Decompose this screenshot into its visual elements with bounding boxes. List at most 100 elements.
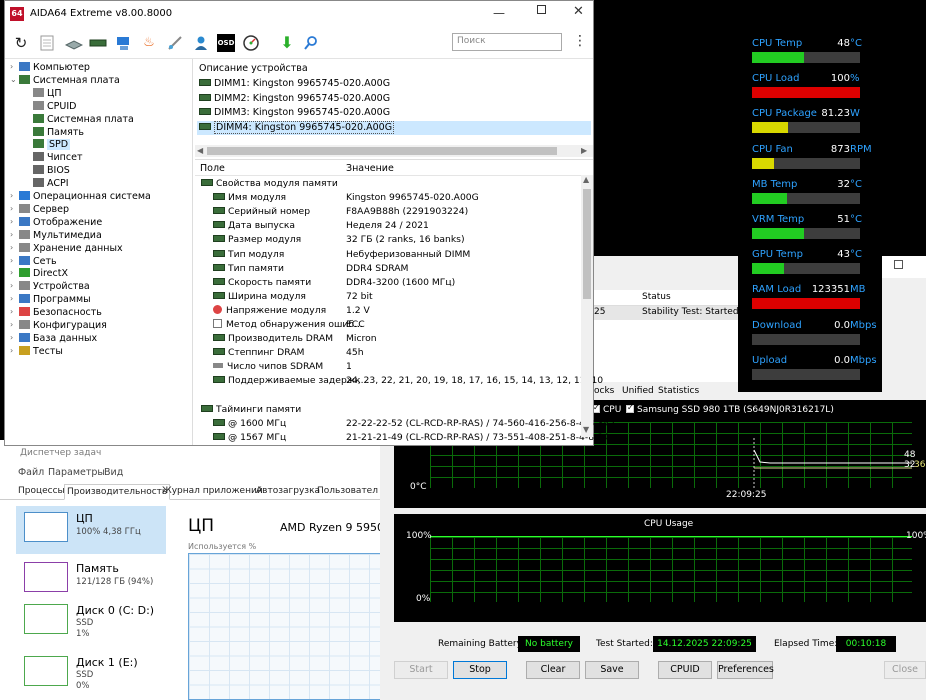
tree-item[interactable]: Хранение данных <box>19 242 123 255</box>
property-row[interactable]: Дата выпуска Неделя 24 / 2021 <box>195 219 581 233</box>
tab-processes[interactable]: Процессы <box>18 484 65 500</box>
expand-icon[interactable]: › <box>10 294 13 303</box>
property-row[interactable]: @ 1567 МГц 21-21-21-49 (CL-RCD-RP-RAS) / … <box>195 431 609 445</box>
user-icon[interactable] <box>193 35 209 51</box>
expand-icon[interactable]: › <box>10 230 13 239</box>
benchmark-icon[interactable] <box>167 35 183 51</box>
expand-icon[interactable]: › <box>10 320 13 329</box>
menu-file[interactable]: Файл <box>18 467 44 478</box>
flame-icon[interactable]: ♨ <box>141 35 157 51</box>
legend-ssd[interactable]: Samsung SSD 980 1TB (S649NJ0R316217L) <box>626 403 834 415</box>
property-row[interactable]: Тип памяти DDR4 SDRAM <box>195 262 581 276</box>
tree-item[interactable]: BIOS <box>33 164 70 177</box>
scroll-right-icon[interactable]: ▶ <box>581 146 587 155</box>
property-row[interactable]: Имя модуля Kingston 9965745-020.A00G <box>195 191 581 205</box>
expand-icon[interactable]: › <box>10 62 13 71</box>
refresh-icon[interactable]: ↻ <box>13 35 29 51</box>
tree-item[interactable]: ЦП <box>33 87 62 100</box>
property-row[interactable]: @ 1600 МГц 22-22-22-52 (CL-RCD-RP-RAS) / … <box>195 417 616 431</box>
gauge-icon[interactable] <box>243 35 259 51</box>
clear-button[interactable]: Clear <box>526 661 580 679</box>
tree-item[interactable]: Программы <box>19 293 91 306</box>
property-group[interactable]: Тайминги памяти <box>195 403 581 417</box>
property-row[interactable]: Число чипов SDRAM 1 <box>195 360 581 374</box>
value-column-header[interactable]: Значение <box>346 163 394 174</box>
tree-item[interactable]: Операционная система <box>19 190 151 203</box>
tree-item[interactable]: Отображение <box>19 216 102 229</box>
memory-icon[interactable] <box>89 35 107 51</box>
report-icon[interactable] <box>39 35 55 51</box>
tree-item[interactable]: База данных <box>19 332 97 345</box>
tree-item[interactable]: Безопасность <box>19 306 102 319</box>
expand-icon[interactable]: › <box>10 256 13 265</box>
scroll-left-icon[interactable]: ◀ <box>197 146 203 155</box>
horizontal-scrollbar[interactable]: ◀ ▶ <box>195 145 593 157</box>
tree-item[interactable]: Сеть <box>19 255 57 268</box>
tree-item[interactable]: SPD <box>33 138 71 151</box>
expand-icon[interactable]: › <box>10 307 13 316</box>
tree-item[interactable]: DirectX <box>19 267 68 280</box>
resource-cpu[interactable]: ЦП 100% 4,38 ГГц <box>16 506 166 554</box>
aida64-titlebar[interactable]: 64 AIDA64 Extreme v8.00.8000 — ✕ <box>5 1 593 27</box>
expand-icon[interactable]: › <box>10 191 13 200</box>
preferences-button[interactable]: Preferences <box>717 661 774 679</box>
property-row[interactable]: Размер модуля 32 ГБ (2 ranks, 16 banks) <box>195 233 581 247</box>
expand-icon[interactable]: › <box>10 346 13 355</box>
tree-item[interactable]: Компьютер <box>19 61 90 74</box>
tab-unified[interactable]: Unified <box>622 386 654 396</box>
tree-item[interactable]: Системная плата <box>33 113 134 126</box>
tree-item[interactable]: Чипсет <box>33 151 83 164</box>
horizontal-scroll-thumb[interactable] <box>207 147 557 155</box>
tree-item[interactable]: ACPI <box>33 177 69 190</box>
property-group[interactable]: Свойства модуля памяти <box>195 177 581 191</box>
search-icon[interactable] <box>303 35 319 51</box>
property-row[interactable]: Производитель DRAM Micron <box>195 332 581 346</box>
status-column-header[interactable]: Status <box>642 292 671 302</box>
scroll-up-icon[interactable]: ▲ <box>583 175 589 184</box>
vertical-scroll-thumb[interactable] <box>583 189 591 299</box>
property-row[interactable]: Поддерживаемые задержк... 24, 23, 22, 21,… <box>195 374 603 388</box>
maximize-icon[interactable] <box>537 5 546 14</box>
dimm-item[interactable]: DIMM3: Kingston 9965745-020.A00G <box>197 106 591 120</box>
expand-icon[interactable]: › <box>10 333 13 342</box>
tab-performance[interactable]: Производительность <box>64 484 171 500</box>
stop-button[interactable]: Stop <box>453 661 507 679</box>
tree-item[interactable]: Тесты <box>19 345 63 358</box>
collapse-icon[interactable]: ⌄ <box>10 75 17 84</box>
property-row[interactable]: Скорость памяти DDR4-3200 (1600 МГц) <box>195 276 581 290</box>
resource-disk-1[interactable]: Диск 1 (E:) SSD 0% <box>16 650 166 698</box>
network-icon[interactable] <box>115 35 131 51</box>
maximize-icon[interactable] <box>894 260 903 269</box>
tree-item[interactable]: Системная плата <box>19 74 120 87</box>
dimm-item[interactable]: DIMM2: Kingston 9965745-020.A00G <box>197 92 591 106</box>
field-column-header[interactable]: Поле <box>200 163 225 174</box>
resource-disk-0[interactable]: Диск 0 (C: D:) SSD 1% <box>16 598 166 646</box>
close-icon[interactable]: ✕ <box>573 4 584 19</box>
save-button[interactable]: Save <box>585 661 639 679</box>
motherboard-icon[interactable] <box>64 35 84 51</box>
tree-item[interactable]: Мультимедиа <box>19 229 102 242</box>
tree-item[interactable]: Устройства <box>19 280 90 293</box>
start-button[interactable]: Start <box>394 661 448 679</box>
tab-app-history[interactable]: Журнал приложений <box>162 484 263 500</box>
download-icon[interactable]: ⬇ <box>279 35 295 51</box>
tab-users[interactable]: Пользовател <box>317 484 378 500</box>
menu-view[interactable]: Вид <box>104 467 123 478</box>
property-row[interactable]: Степпинг DRAM 45h <box>195 346 581 360</box>
tree-item[interactable]: CPUID <box>33 100 76 113</box>
resource-memory[interactable]: Память 121/128 ГБ (94%) <box>16 556 166 604</box>
vertical-scrollbar[interactable]: ▲ ▼ <box>581 175 593 437</box>
dimm-item[interactable]: DIMM1: Kingston 9965745-020.A00G <box>197 77 591 91</box>
tree-item[interactable]: Сервер <box>19 203 69 216</box>
expand-icon[interactable]: › <box>10 217 13 226</box>
expand-icon[interactable]: › <box>10 268 13 277</box>
tree-item[interactable]: Память <box>33 126 84 139</box>
property-row[interactable]: Ширина модуля 72 bit <box>195 290 581 304</box>
dimm-item[interactable]: DIMM4: Kingston 9965745-020.A00G <box>197 120 591 135</box>
tab-statistics[interactable]: Statistics <box>658 386 699 396</box>
tab-startup[interactable]: Автозагрузка <box>256 484 320 500</box>
property-row[interactable]: Метод обнаружения ошиб... ECC <box>195 318 581 332</box>
more-menu-icon[interactable]: ⋮ <box>573 33 587 49</box>
tree-item[interactable]: Конфигурация <box>19 319 107 332</box>
property-row[interactable]: Напряжение модуля 1.2 V <box>195 304 581 318</box>
